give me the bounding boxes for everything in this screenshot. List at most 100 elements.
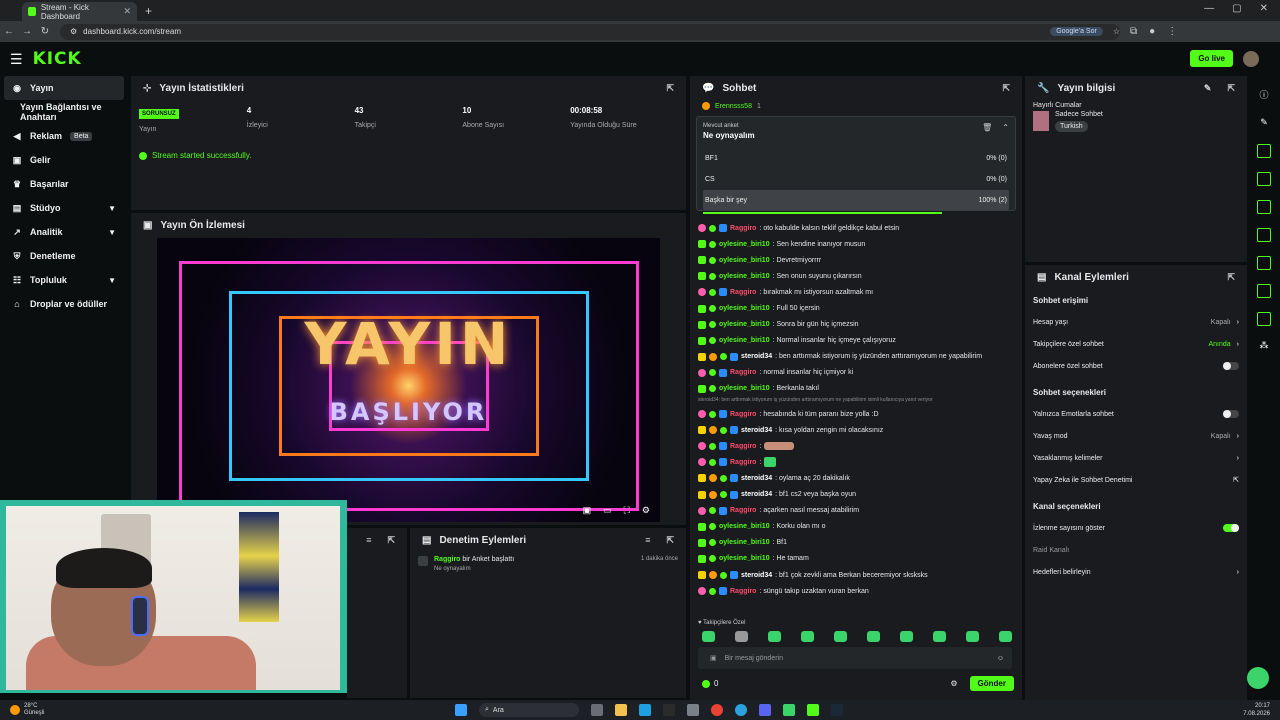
edit-pencil-icon[interactable]: ✎ bbox=[1204, 83, 1212, 94]
chat-message[interactable]: Raggiro: süngü takıp uzaktan vuran berka… bbox=[698, 583, 1020, 599]
maximize-icon[interactable]: ▢ bbox=[1232, 3, 1241, 14]
help-chat-icon[interactable] bbox=[1247, 667, 1269, 689]
setting-goals[interactable]: Hedefleri belirleyin › bbox=[1025, 561, 1247, 583]
back-icon[interactable]: ← bbox=[0, 26, 18, 37]
sidebar-item-basarilar[interactable]: ♛ Başarılar bbox=[0, 172, 128, 196]
chat-message[interactable]: Raggiro: hesabında ki tüm paranı bize yo… bbox=[698, 406, 1020, 422]
taskbar-clock[interactable]: 20:17 7.08.2026 bbox=[1243, 702, 1270, 718]
edge-icon[interactable] bbox=[639, 704, 651, 716]
chat-message[interactable]: oylesine_biri10: Bf1 bbox=[698, 535, 1020, 551]
popout-icon[interactable]: ⇱ bbox=[1227, 272, 1235, 283]
store-icon[interactable] bbox=[663, 704, 675, 716]
subscribers-only-toggle[interactable] bbox=[1223, 362, 1239, 370]
chat-message[interactable]: oylesine_biri10: Normal insanlar hiç içm… bbox=[698, 333, 1020, 349]
emote-icon[interactable] bbox=[801, 631, 814, 642]
windows-start-icon[interactable] bbox=[455, 704, 467, 716]
rail-link-icon[interactable] bbox=[1257, 256, 1271, 270]
sidebar-item-reklam[interactable]: ◀ Reklam Beta bbox=[0, 124, 128, 148]
info-icon[interactable]: ⓘ bbox=[1248, 88, 1280, 101]
theater-icon[interactable]: ▭ bbox=[603, 505, 612, 516]
send-button[interactable]: Gönder bbox=[969, 676, 1014, 691]
rail-users-icon[interactable]: ⁂ bbox=[1248, 340, 1280, 351]
emote-icon[interactable] bbox=[735, 631, 748, 642]
chat-username[interactable]: oylesine_biri10 bbox=[719, 337, 770, 344]
sidebar-item-droplar[interactable]: ⌂ Droplar ve ödüller bbox=[0, 292, 128, 316]
poll-option[interactable]: BF1 0% (0) bbox=[703, 148, 1009, 168]
chat-message[interactable]: oylesine_biri10: He tamam bbox=[698, 551, 1020, 567]
chat-message[interactable]: steroid34: oylama aç 20 dakikalık bbox=[698, 470, 1020, 486]
sidebar-item-topluluk[interactable]: ☷ Topluluk ▼ bbox=[0, 268, 128, 292]
chat-username[interactable]: Raggiro bbox=[730, 225, 756, 232]
steam-icon[interactable] bbox=[831, 704, 843, 716]
chat-message[interactable]: Raggiro: açarken nasıl messaj atabilirim bbox=[698, 503, 1020, 519]
chat-username[interactable]: steroid34 bbox=[741, 427, 772, 434]
minimize-icon[interactable]: — bbox=[1204, 3, 1214, 14]
chat-message[interactable]: Raggiro: bırakmak mı istiyorsun azaltmak… bbox=[698, 284, 1020, 300]
weather-widget[interactable]: 28°C Güneşli bbox=[10, 703, 44, 717]
filter-icon[interactable]: ≡ bbox=[645, 535, 650, 545]
chat-username[interactable]: oylesine_biri10 bbox=[719, 555, 770, 562]
chat-username[interactable]: oylesine_biri10 bbox=[719, 273, 770, 280]
popout-icon[interactable]: ⇱ bbox=[1002, 83, 1010, 94]
chat-username[interactable]: steroid34 bbox=[741, 475, 772, 482]
stream-preview-video[interactable]: YAYIN BAŞLIYOR ▣ ▭ ⛶ ⚙ bbox=[157, 238, 660, 522]
menu-icon[interactable]: ⋮ bbox=[1167, 26, 1177, 37]
emote-icon[interactable] bbox=[867, 631, 880, 642]
chat-username[interactable]: Raggiro bbox=[730, 369, 756, 376]
emote-icon[interactable] bbox=[933, 631, 946, 642]
emote-icon[interactable] bbox=[834, 631, 847, 642]
task-view-icon[interactable] bbox=[591, 704, 603, 716]
chat-message[interactable]: steroid34: kısa yoldan zengin mi olacaks… bbox=[698, 422, 1020, 438]
obs-icon[interactable] bbox=[807, 704, 819, 716]
go-live-button[interactable]: Go live bbox=[1190, 50, 1233, 67]
chat-username[interactable]: Raggiro bbox=[730, 588, 756, 595]
url-field[interactable]: ⚙ dashboard.kick.com/stream Google'a Sor… bbox=[60, 23, 1120, 40]
chat-username[interactable]: Raggiro bbox=[730, 411, 756, 418]
sidebar-item-gelir[interactable]: ▣ Gelir bbox=[0, 148, 128, 172]
popout-icon[interactable]: ⇱ bbox=[387, 535, 395, 546]
settings-gear-icon[interactable]: ⚙ bbox=[642, 505, 650, 516]
emote-icon[interactable] bbox=[768, 631, 781, 642]
rail-stats-icon[interactable] bbox=[1257, 144, 1271, 158]
google-sor-button[interactable]: Google'a Sor bbox=[1050, 27, 1103, 36]
emote-icon[interactable] bbox=[702, 631, 715, 642]
chat-message[interactable]: oylesine_biri10: Sen kendine inanıyor mu… bbox=[698, 236, 1020, 252]
chat-message[interactable]: Raggiro: bbox=[698, 438, 1020, 454]
user-avatar[interactable] bbox=[1243, 51, 1259, 67]
chevron-up-icon[interactable]: ⌃ bbox=[1002, 123, 1009, 140]
chat-message[interactable]: Raggiro: bbox=[698, 454, 1020, 470]
chat-username[interactable]: oylesine_biri10 bbox=[719, 321, 770, 328]
points-icon[interactable] bbox=[702, 679, 710, 688]
chat-username[interactable]: Raggiro bbox=[730, 507, 756, 514]
file-explorer-icon[interactable] bbox=[615, 704, 627, 716]
close-tab-icon[interactable]: ✕ bbox=[123, 6, 131, 17]
pencil-icon[interactable]: ✎ bbox=[1248, 117, 1280, 128]
viewcount-toggle[interactable] bbox=[1223, 524, 1239, 532]
trash-icon[interactable]: 🗑 bbox=[982, 123, 992, 140]
discord-icon[interactable] bbox=[759, 704, 771, 716]
popout-icon[interactable]: ⇱ bbox=[1227, 83, 1235, 94]
chat-username[interactable]: steroid34 bbox=[741, 572, 772, 579]
chat-username[interactable]: oylesine_biri10 bbox=[719, 523, 770, 530]
rail-list-icon[interactable] bbox=[1257, 284, 1271, 298]
new-tab-button[interactable]: + bbox=[145, 4, 152, 18]
popout-icon[interactable]: ⇱ bbox=[666, 83, 674, 94]
setting-followers-only[interactable]: Takipçilere özel sohbet Anında › bbox=[1025, 333, 1247, 355]
rail-bolt-icon[interactable] bbox=[1257, 172, 1271, 186]
fullscreen-icon[interactable]: ⛶ bbox=[624, 505, 630, 516]
hamburger-menu-icon[interactable]: ☰ bbox=[10, 51, 23, 68]
filter-icon[interactable]: ≡ bbox=[366, 535, 371, 545]
chat-username[interactable]: steroid34 bbox=[741, 353, 772, 360]
chat-username[interactable]: steroid34 bbox=[741, 491, 772, 498]
sidebar-item-analitik[interactable]: ↗ Analitik ▼ bbox=[0, 220, 128, 244]
emote-icon[interactable] bbox=[900, 631, 913, 642]
kick-logo[interactable]: KICK bbox=[33, 49, 82, 69]
chat-settings-gear-icon[interactable]: ⚙ bbox=[950, 679, 957, 688]
site-info-icon[interactable]: ⚙ bbox=[70, 27, 77, 36]
chat-message[interactable]: steroid34: bf1 cs2 veya başka oyun bbox=[698, 487, 1020, 503]
chat-message[interactable]: oylesine_biri10: Sonra bir gün hiç içmez… bbox=[698, 317, 1020, 333]
chat-username[interactable]: Raggiro bbox=[730, 289, 756, 296]
sidebar-item-stream-key[interactable]: Yayın Bağlantısı ve Anahtarı bbox=[0, 100, 128, 124]
setting-ai-moderation[interactable]: Yapay Zeka ile Sohbet Denetimi ⇱ bbox=[1025, 469, 1247, 491]
chat-username[interactable]: Raggiro bbox=[730, 459, 756, 466]
